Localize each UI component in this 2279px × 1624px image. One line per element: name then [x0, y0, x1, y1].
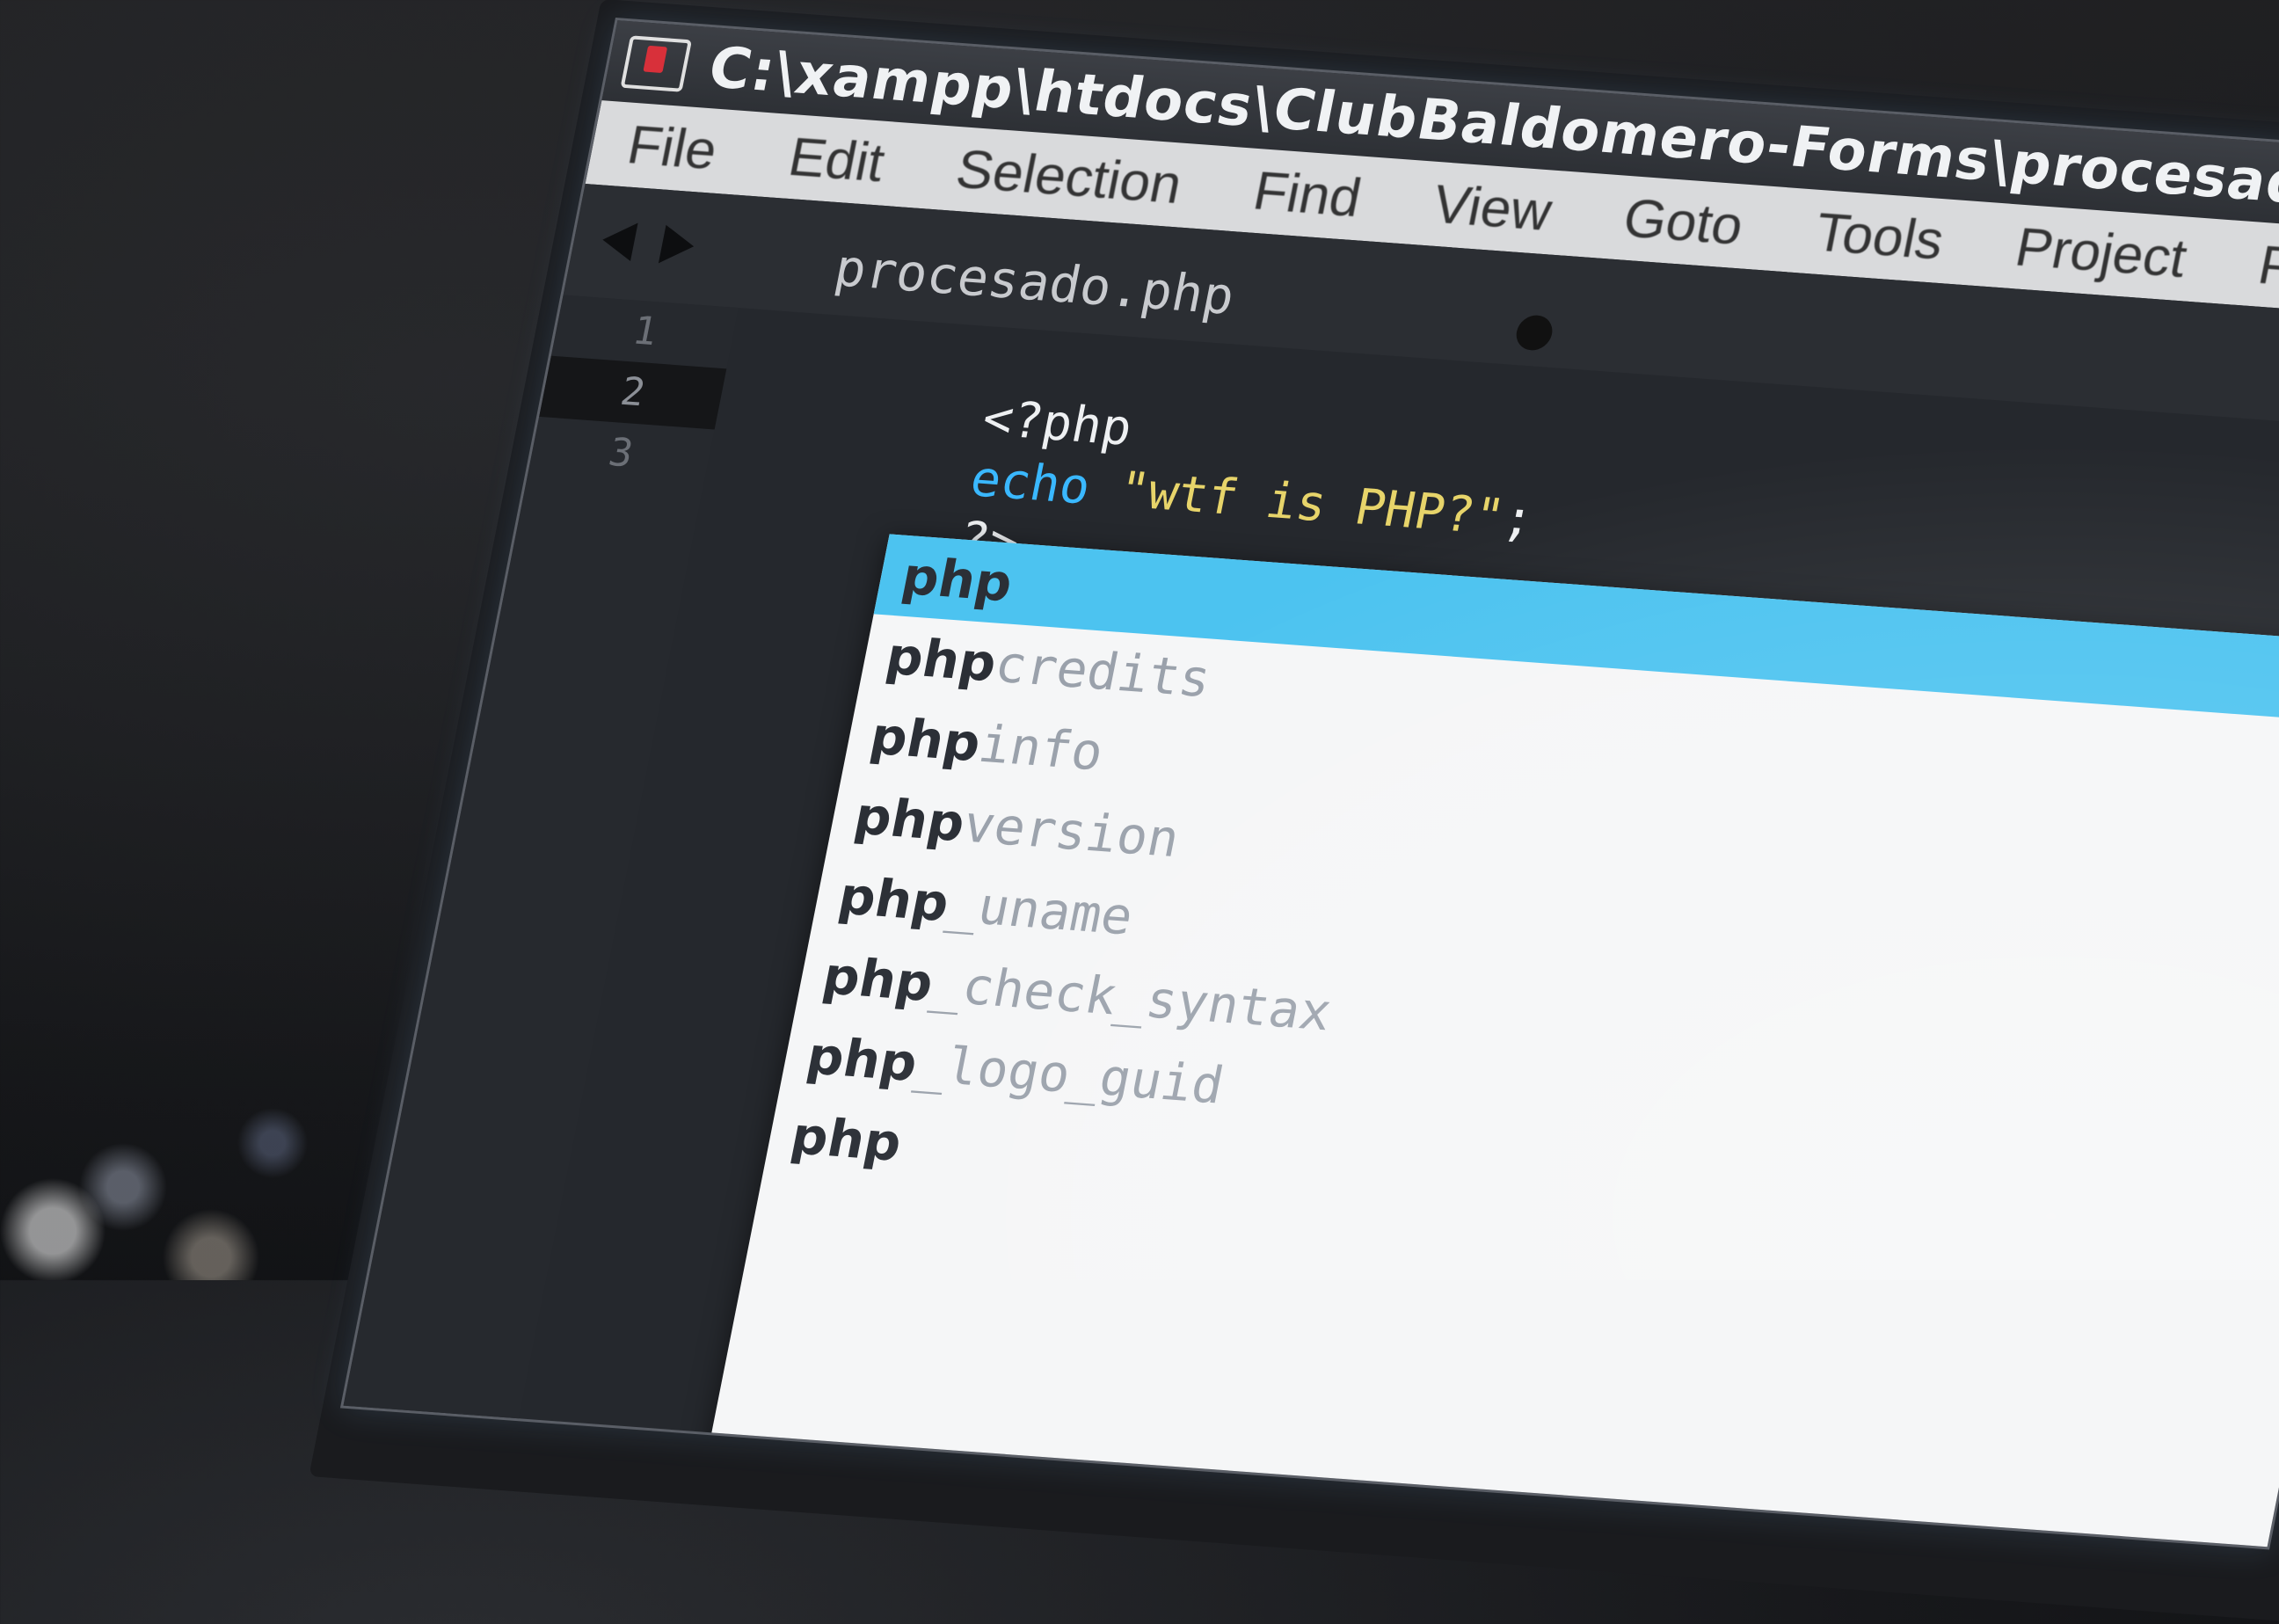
menu-view[interactable]: View	[1428, 173, 1557, 244]
app-icon	[620, 35, 693, 92]
completion-rest: _logo_guid	[910, 1033, 1229, 1116]
completion-rest: credits	[989, 634, 1217, 710]
completion-rest: info	[973, 713, 1109, 783]
completion-match: php	[785, 1105, 907, 1173]
string-literal: "wtf is PHP?"	[1113, 461, 1510, 547]
completion-match: php	[848, 785, 971, 854]
completion-match: php	[896, 546, 1018, 614]
menu-project[interactable]: Project	[2011, 215, 2192, 289]
autocomplete-popup: php phpcredits phpinfo phpversion php_un…	[700, 534, 2279, 1550]
completion-match: php	[833, 865, 955, 934]
menu-selection[interactable]: Selection	[951, 138, 1187, 216]
menu-edit[interactable]: Edit	[783, 126, 890, 194]
menu-goto[interactable]: Goto	[1619, 187, 1749, 258]
menu-tools[interactable]: Tools	[1809, 201, 1949, 273]
tab-scroll-left-icon[interactable]	[599, 220, 638, 261]
editor-window: C:\xampp\htdocs\ClubBaldomero-Forms\proc…	[339, 18, 2279, 1550]
menu-preferences[interactable]: P	[2254, 234, 2279, 298]
completion-rest: _uname	[942, 873, 1139, 947]
tab-scroll-right-icon[interactable]	[658, 224, 698, 266]
menu-file[interactable]: File	[623, 113, 723, 181]
tab-dirty-indicator-icon[interactable]	[1513, 314, 1555, 352]
monitor: C:\xampp\htdocs\ClubBaldomero-Forms\proc…	[309, 0, 2279, 1624]
completion-match: php	[880, 625, 1002, 694]
completion-match: php	[801, 1025, 923, 1093]
tab-procesado[interactable]: procesado.php	[830, 237, 1240, 325]
completion-match: php	[817, 945, 939, 1013]
completion-match: php	[864, 705, 987, 774]
menu-find[interactable]: Find	[1249, 160, 1366, 229]
completion-rest: version	[957, 793, 1185, 870]
background-lights	[0, 967, 334, 1280]
line-number: 3	[604, 430, 637, 477]
